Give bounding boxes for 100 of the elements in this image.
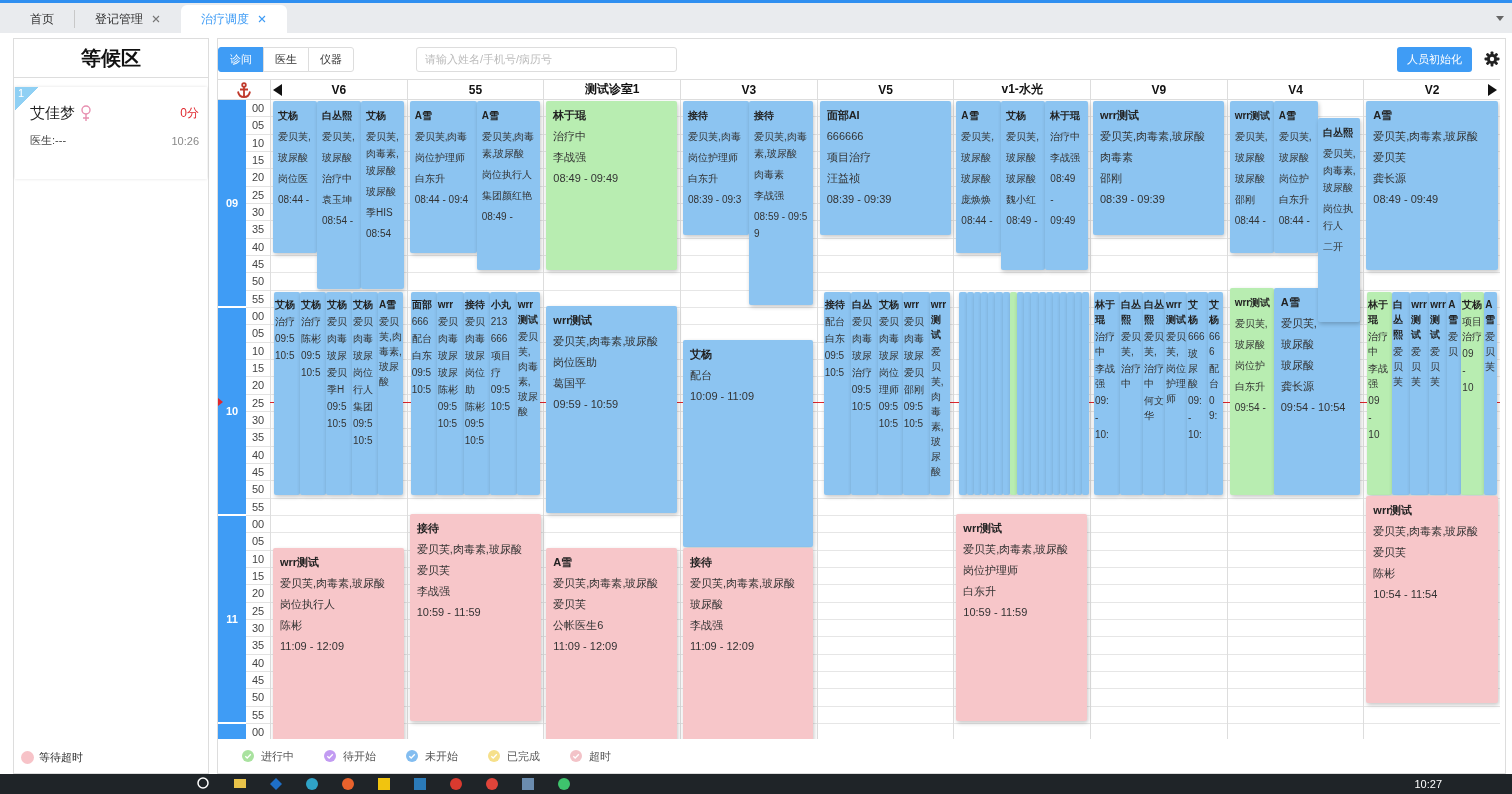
- appointment-card[interactable]: [995, 291, 1003, 496]
- appointment-card[interactable]: 接待 爱贝芙,肉毒素,玻尿酸 爱贝芙 李战强 10:59 - 11:59: [409, 513, 541, 721]
- appointment-card[interactable]: 接待 爱贝 肉毒 玻尿 岗位 助 陈彬 09:5 10:5: [463, 291, 490, 496]
- appointment-card[interactable]: [1074, 291, 1082, 496]
- appointment-card[interactable]: [1024, 291, 1032, 496]
- appointment-card[interactable]: [988, 291, 996, 496]
- appointment-card[interactable]: 林于琨 治疗中 李战强 09 - 10: [1367, 291, 1393, 496]
- appointment-card[interactable]: 艾杨 爱贝 肉毒 玻尿 岗位 理师 09:5 10:5: [877, 291, 903, 496]
- appointment-card[interactable]: wrr测试 爱贝芙,肉毒素,玻尿酸 肉毒素 邵刚 08:39 - 09:39: [1093, 101, 1224, 236]
- card-text: 白东升: [1278, 193, 1310, 207]
- appointment-card[interactable]: 面部 666 配台 白东 09:5 10:5: [410, 291, 437, 496]
- appointment-card[interactable]: wrr测试 爱贝芙,肉毒素,玻尿酸 岗位护理师 白东升 10:59 - 11:59: [956, 513, 1088, 721]
- appointment-card[interactable]: 白丛 爱贝 肉毒 玻尿 治疗 09:5 10:5: [850, 291, 878, 496]
- app-icon[interactable]: [555, 775, 573, 793]
- appointment-card[interactable]: 艾杨 配台 10:09 - 11:09: [683, 340, 813, 548]
- appointment-card[interactable]: wrr测试 爱贝芙,肉毒素,玻尿酸 岗位医助 葛国平 09:59 - 10:59: [546, 305, 678, 513]
- appointment-card[interactable]: wrr 爱贝 肉毒 玻尿 爱贝 邵刚 09:5 10:5: [902, 291, 930, 496]
- appointment-card[interactable]: [1067, 291, 1075, 496]
- appointment-card[interactable]: A雪 爱贝芙, 玻尿酸 岗位护 白东升 08:44 -: [1273, 101, 1318, 253]
- appointment-card[interactable]: [1016, 291, 1025, 496]
- appointment-card[interactable]: [1045, 291, 1053, 496]
- caret-icon[interactable]: [1496, 16, 1504, 21]
- appointment-card[interactable]: 面部AI 666666 项目治疗 汪益祯 08:39 - 09:39: [819, 101, 951, 236]
- card-text: 岗位护理师: [688, 151, 739, 165]
- close-icon[interactable]: [152, 15, 160, 23]
- appointment-card[interactable]: 艾杨 治疗 09:5 10:5: [274, 291, 300, 496]
- appointment-card[interactable]: 小丸 213 666 项目 疗 09:5 10:5: [489, 291, 517, 496]
- appointment-card[interactable]: [973, 291, 981, 496]
- appointment-card[interactable]: 艾杨 666 配台 09:: [1208, 291, 1223, 496]
- tab[interactable]: 登记管理: [75, 5, 181, 33]
- app-icon[interactable]: [375, 775, 393, 793]
- appointment-card[interactable]: [959, 291, 967, 496]
- appointment-card[interactable]: 林于琨 治疗中 李战强 09: - 10:: [1094, 291, 1120, 496]
- appointment-card[interactable]: 白丛熙 爱贝芙, 治疗中 何文华: [1143, 291, 1165, 496]
- appointment-card[interactable]: 接待 爱贝芙,肉毒 岗位护理师 白东升 08:39 - 09:3: [683, 101, 749, 236]
- appointment-card[interactable]: 艾杨 治疗 陈彬 09:5 10:5: [300, 291, 326, 496]
- appointment-card[interactable]: 林于琨 治疗中 李战强 08:49 - 09:49: [546, 101, 678, 270]
- appointment-card[interactable]: 白丛熙 爱贝芙: [1392, 291, 1411, 496]
- appointment-card[interactable]: A雪 爱贝芙,肉毒素,玻尿酸 岗位执行人 集团颜红艳 08:49 -: [476, 101, 540, 270]
- appointment-card[interactable]: wrr测试 爱贝芙,肉毒素,玻尿酸 爱贝芙 陈彬 10:54 - 11:54: [1366, 496, 1499, 704]
- appointment-card[interactable]: 林于琨 治疗中 李战强 08:49 - 09:49: [1045, 101, 1089, 270]
- appointment-card[interactable]: [1031, 291, 1039, 496]
- appointment-card[interactable]: 艾杨 爱贝 肉毒 玻尿 岗位 行人 集团 09:5 10:5: [352, 291, 378, 496]
- appointment-card[interactable]: 艾杨 爱贝芙, 玻尿酸 岗位医 08:44 -: [273, 101, 317, 253]
- appointment-card[interactable]: 艾杨 爱贝 肉毒 玻尿 爱贝 季H 09:5 10:5: [326, 291, 352, 496]
- appointment-card[interactable]: wrr测试 爱贝芙, 玻尿酸 玻尿酸 邵刚 08:44 -: [1229, 101, 1274, 253]
- appointment-card[interactable]: [1052, 291, 1061, 496]
- appointment-card[interactable]: A雪 爱贝芙: [1484, 291, 1498, 496]
- appointment-card[interactable]: A雪 爱贝芙, 玻尿酸 玻尿酸 庞焕焕 08:44 -: [956, 101, 1002, 253]
- appointment-card[interactable]: 艾杨 爱贝芙,肉毒素,玻尿酸 玻尿酸 季HIS 08:54: [361, 101, 404, 289]
- appointment-card[interactable]: 接待 配台 白东 09:5 10:5: [823, 291, 851, 496]
- appointment-card[interactable]: [1081, 291, 1089, 496]
- app-icon[interactable]: [339, 775, 357, 793]
- appointment-card[interactable]: [1002, 291, 1010, 496]
- settings-icon[interactable]: [1484, 51, 1500, 67]
- appointment-card[interactable]: A雪 爱贝芙,肉毒素,玻尿酸 爱贝芙 龚长源 08:49 - 09:49: [1366, 101, 1499, 270]
- appointment-card[interactable]: A雪 爱贝芙,肉毒 岗位护理师 白东升 08:44 - 09:4: [409, 101, 477, 253]
- card-text: 邵刚: [1234, 193, 1256, 207]
- close-icon[interactable]: [258, 15, 266, 23]
- appointment-card[interactable]: 艾杨 666 玻尿酸 09: - 10:: [1187, 291, 1208, 496]
- appointment-card[interactable]: A雪 爱贝芙,肉毒素,玻尿酸 爱贝芙 公帐医生6 11:09 - 12:09: [546, 548, 678, 739]
- appointment-card[interactable]: A雪 爱贝: [1447, 291, 1462, 496]
- appointment-card[interactable]: [1060, 291, 1068, 496]
- app-icon[interactable]: [519, 775, 537, 793]
- card-text: 庞焕焕: [961, 193, 993, 207]
- tab[interactable]: 首页: [10, 10, 75, 28]
- appointment-card[interactable]: wrr测试 爱贝芙,肉毒素,玻尿酸: [929, 291, 950, 496]
- card-text: 玻尿: [327, 348, 348, 363]
- card-text: 季H: [327, 382, 346, 397]
- appointment-card[interactable]: 接待 爱贝芙,肉毒素,玻尿酸 肉毒素 李战强 08:59 - 09:59: [749, 101, 813, 305]
- appointment-card[interactable]: [980, 291, 989, 496]
- view-tab[interactable]: 医生: [263, 46, 309, 72]
- appointment-card[interactable]: wrr测试 爱贝芙: [1429, 291, 1448, 496]
- card-text: 邵刚: [1100, 171, 1123, 186]
- card-text: 爱贝芙,: [1234, 130, 1269, 144]
- appointment-card[interactable]: wrr测试 爱贝芙,肉毒素,玻尿酸 岗位执行人 陈彬 11:09 - 12:09: [273, 548, 404, 739]
- appointment-card[interactable]: wrr测试 爱贝芙: [1410, 291, 1430, 496]
- appointment-card[interactable]: wrr 爱贝 肉毒 玻尿 玻尿 陈彬 09:5 10:5: [436, 291, 464, 496]
- appointment-card[interactable]: 接待 爱贝芙,肉毒素,玻尿酸 玻尿酸 李战强 11:09 - 12:09: [683, 548, 813, 739]
- appointment-card[interactable]: [1009, 291, 1017, 496]
- appointment-card[interactable]: wrr测试 爱贝芙,肉毒素,玻尿酸: [516, 291, 540, 496]
- view-tab[interactable]: 仪器: [308, 46, 354, 72]
- card-text: 爱贝芙,肉毒素,玻尿酸: [1100, 129, 1207, 144]
- appointment-card[interactable]: [1038, 291, 1046, 496]
- appointment-card[interactable]: 白丛熙 爱贝芙, 治疗中: [1120, 291, 1143, 496]
- appointment-card[interactable]: wrr测试 爱贝芙, 玻尿酸 岗位护 白东升 09:54 -: [1229, 288, 1274, 496]
- appointment-card[interactable]: 艾杨 爱贝芙, 玻尿酸 玻尿酸 魏小红 08:49 -: [1001, 101, 1046, 270]
- next-icon[interactable]: [1488, 84, 1497, 96]
- card-text: 08:59 - 09:59: [754, 210, 809, 241]
- appointment-card[interactable]: [966, 291, 974, 496]
- app-icon[interactable]: [303, 775, 321, 793]
- appointment-card[interactable]: A雪 爱贝芙, 玻尿酸 玻尿酸 龚长源 09:54 - 10:54: [1273, 288, 1360, 496]
- card-text: 岗位: [464, 365, 486, 380]
- appointment-card[interactable]: wrr测试 爱贝芙, 岗位护理师: [1165, 291, 1187, 496]
- appointment-card[interactable]: 白丛熙 爱贝芙,肉毒素,玻尿酸 岗位执行人 二开: [1317, 118, 1360, 322]
- appointment-card[interactable]: A雪 爱贝芙,肉毒素,玻尿酸: [378, 291, 403, 496]
- appointment-card[interactable]: 艾杨 项目治疗 09 - 10: [1461, 291, 1485, 496]
- previous-icon[interactable]: [273, 84, 282, 96]
- appointment-card[interactable]: 白丛熙 爱贝芙, 玻尿酸 治疗中 袁玉坤 08:54 -: [317, 101, 361, 289]
- patient-name: 艾杨: [878, 297, 900, 312]
